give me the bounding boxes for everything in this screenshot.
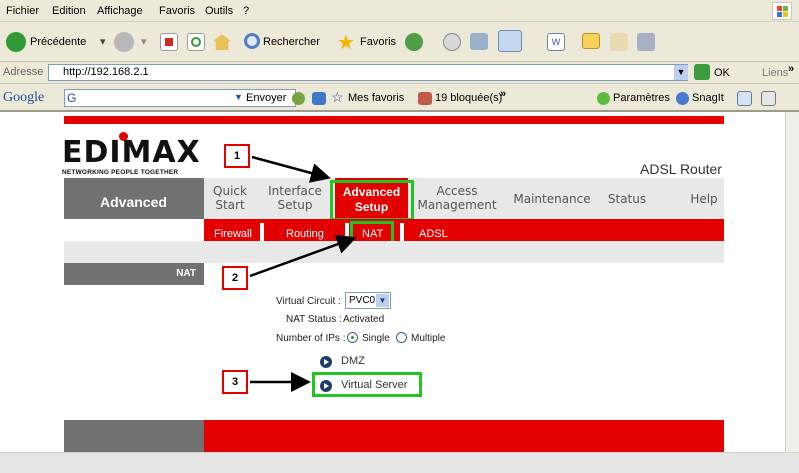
status-strip: [0, 452, 799, 473]
arrow-2: [249, 234, 357, 278]
arrow-1: [251, 155, 331, 183]
annotation-arrows: [249, 155, 357, 392]
